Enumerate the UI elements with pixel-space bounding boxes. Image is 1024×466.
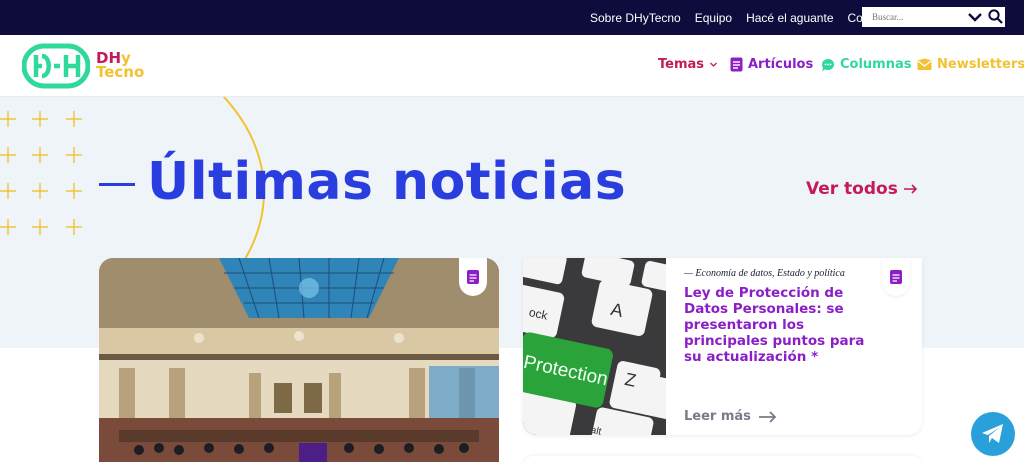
page-title: Últimas noticias: [147, 152, 627, 212]
document-icon: [467, 270, 479, 284]
nav-articulos-label: Artículos: [748, 57, 814, 72]
chevron-down-icon[interactable]: [968, 10, 982, 29]
leer-mas-label: Leer más: [684, 409, 751, 424]
key-label-alt: alt: [590, 425, 603, 435]
nav-newsletters-label: Newsletters: [937, 57, 1024, 72]
article-type-badge: [882, 258, 910, 296]
arrow-right-icon: [758, 410, 777, 423]
card-category[interactable]: — Economía de datos, Estado y política: [684, 268, 845, 279]
card-image-hall: [99, 258, 499, 462]
document-icon: [730, 57, 743, 72]
title-dash: [99, 183, 135, 186]
link-aguante[interactable]: Hacé el aguante: [746, 11, 833, 25]
telegram-icon: [982, 424, 1003, 443]
nav-columnas[interactable]: Columnas: [821, 57, 912, 72]
ver-todos-label: Ver todos: [806, 179, 898, 199]
news-card-next[interactable]: [523, 456, 922, 466]
top-bar: Sobre DHyTecno Equipo Hacé el aguante Co…: [0, 0, 1024, 35]
news-card[interactable]: Protection ock A Z alt — Economía de dat…: [523, 258, 922, 435]
card-image-keyboard: Protection ock A Z alt: [523, 258, 666, 435]
nav-temas-label: Temas: [658, 57, 705, 72]
link-sobre[interactable]: Sobre DHyTecno: [590, 11, 681, 25]
link-equipo[interactable]: Equipo: [695, 11, 732, 25]
decorative-crosses: [0, 111, 82, 235]
document-icon: [890, 270, 902, 284]
search-input[interactable]: [862, 8, 954, 26]
search-box: [862, 7, 1005, 27]
nav-articulos[interactable]: Artículos: [730, 57, 813, 72]
nav-temas[interactable]: Temas: [658, 57, 718, 72]
top-links: Sobre DHyTecno Equipo Hacé el aguante Co…: [590, 0, 896, 35]
search-icon[interactable]: [988, 9, 1003, 29]
arrow-right-icon: [903, 184, 917, 194]
envelope-icon: [917, 58, 932, 70]
card-title[interactable]: Ley de Protección de Datos Personales: s…: [684, 285, 884, 365]
chat-icon: [822, 58, 834, 71]
article-type-badge: [459, 258, 487, 296]
site-header: DHy Tecno Temas Artículos Columnas Newsl…: [0, 35, 1024, 97]
ver-todos-link[interactable]: Ver todos: [806, 179, 918, 199]
nav-columnas-label: Columnas: [840, 57, 912, 72]
news-card-featured[interactable]: [99, 258, 499, 462]
logo-text: DHy Tecno: [96, 49, 145, 81]
nav-newsletters[interactable]: Newsletters: [917, 57, 1024, 72]
telegram-button[interactable]: [971, 412, 1015, 456]
chevron-down-icon: [710, 62, 717, 67]
leer-mas-link[interactable]: Leer más: [684, 409, 777, 424]
logo[interactable]: [21, 43, 91, 94]
